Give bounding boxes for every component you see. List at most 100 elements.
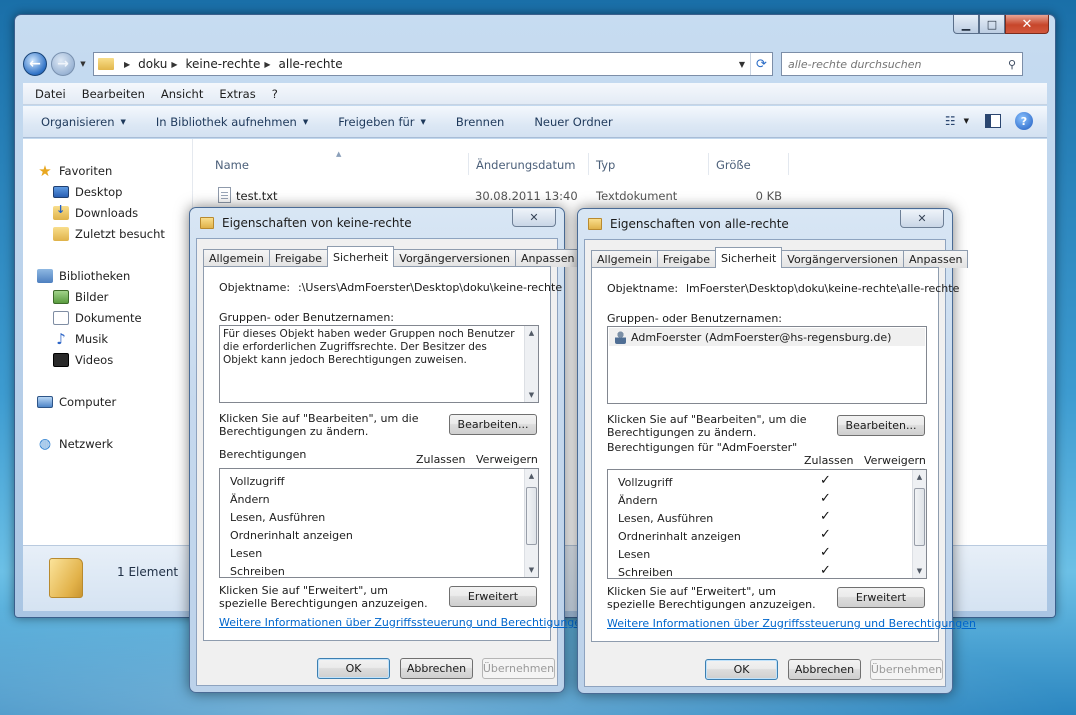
scroll-thumb[interactable] <box>914 488 925 546</box>
breadcrumb-keine-rechte[interactable]: keine-rechte <box>185 57 260 71</box>
nav-documents[interactable]: Dokumente <box>53 311 142 325</box>
close-button[interactable]: ✕ <box>900 210 944 228</box>
tab-allgemein[interactable]: Allgemein <box>203 249 270 267</box>
scroll-up-icon[interactable]: ▲ <box>525 326 538 340</box>
column-divider[interactable] <box>588 153 589 175</box>
scroll-up-icon[interactable]: ▲ <box>913 470 926 484</box>
ok-button[interactable]: OK <box>705 659 778 680</box>
menu-bearbeiten[interactable]: Bearbeiten <box>82 87 145 101</box>
chevron-right-icon[interactable]: ▶ <box>264 60 270 69</box>
tab-anpassen[interactable]: Anpassen <box>903 250 969 268</box>
back-button[interactable]: ← <box>23 52 47 76</box>
cancel-button[interactable]: Abbrechen <box>788 659 861 680</box>
share-with-button[interactable]: Freigeben für ▼ <box>338 115 426 129</box>
nav-favorites[interactable]: ★ Favoriten <box>37 163 112 178</box>
minimize-button[interactable]: ▁ <box>953 15 979 34</box>
advanced-hint: Klicken Sie auf "Erweitert", um speziell… <box>607 585 816 611</box>
caret-down-icon: ▼ <box>120 117 126 126</box>
ok-button[interactable]: OK <box>317 658 390 679</box>
nav-pictures[interactable]: Bilder <box>53 290 108 304</box>
file-row[interactable]: test.txt 30.08.2011 13:40 Textdokument 0… <box>194 185 1047 207</box>
scroll-down-icon[interactable]: ▼ <box>525 563 538 577</box>
new-folder-label: Neuer Ordner <box>534 114 613 129</box>
tab-vorgaengerversionen[interactable]: Vorgängerversionen <box>781 250 905 268</box>
scroll-down-icon[interactable]: ▼ <box>913 564 926 578</box>
nav-music[interactable]: ♪ Musik <box>53 331 108 346</box>
permissions-scrollbar[interactable]: ▲ ▼ <box>912 470 926 578</box>
close-button[interactable]: ✕ <box>1005 15 1049 34</box>
caret-down-icon[interactable]: ▼ <box>964 117 969 125</box>
properties-dialog-keine-rechte: Eigenschaften von keine-rechte ✕ Allgeme… <box>189 207 588 693</box>
nav-desktop[interactable]: Desktop <box>53 185 122 199</box>
advanced-button[interactable]: Erweitert <box>449 586 537 607</box>
address-dropdown-icon[interactable]: ▼ <box>734 60 750 69</box>
scroll-thumb[interactable] <box>526 487 537 545</box>
properties-dialog-alle-rechte: Eigenschaften von alle-rechte ✕ Allgemei… <box>577 208 976 694</box>
cancel-button[interactable]: Abbrechen <box>400 658 473 679</box>
include-library-button[interactable]: In Bibliothek aufnehmen ▼ <box>156 115 308 129</box>
breadcrumb-doku[interactable]: doku <box>138 57 167 71</box>
forward-button[interactable]: → <box>51 52 75 76</box>
refresh-icon[interactable]: ⟳ <box>750 53 772 75</box>
burn-button[interactable]: Brennen <box>456 115 504 129</box>
access-control-help-link[interactable]: Weitere Informationen über Zugriffssteue… <box>219 616 588 629</box>
menu-help[interactable]: ? <box>272 87 278 101</box>
apply-button[interactable]: Übernehmen <box>482 658 555 679</box>
advanced-button[interactable]: Erweitert <box>837 587 925 608</box>
permissions-listbox[interactable]: Vollzugriff Ändern Lesen, Ausführen Ordn… <box>219 468 539 578</box>
close-button[interactable]: ✕ <box>512 209 556 227</box>
search-input[interactable] <box>788 57 1008 71</box>
tab-anpassen[interactable]: Anpassen <box>515 249 581 267</box>
nav-videos[interactable]: Videos <box>53 353 113 367</box>
user-row[interactable]: AdmFoerster (AdmFoerster@hs-regensburg.d… <box>609 328 925 346</box>
no-permissions-message: Für dieses Objekt haben weder Gruppen no… <box>223 328 515 366</box>
column-header-name[interactable]: Name <box>215 158 249 172</box>
tab-sicherheit[interactable]: Sicherheit <box>715 247 783 268</box>
menu-ansicht[interactable]: Ansicht <box>161 87 203 101</box>
scroll-down-icon[interactable]: ▼ <box>525 388 538 402</box>
nav-network[interactable]: ◍ Netzwerk <box>37 437 113 451</box>
address-bar[interactable]: ▶ doku ▶ keine-rechte ▶ alle-rechte ▼ ⟳ <box>93 52 773 76</box>
tab-vorgaengerversionen[interactable]: Vorgängerversionen <box>393 249 517 267</box>
new-folder-button[interactable]: Neuer Ordner <box>534 115 612 129</box>
scroll-up-icon[interactable]: ▲ <box>525 469 538 483</box>
search-icon[interactable]: ⚲ <box>1008 58 1016 71</box>
column-divider[interactable] <box>468 153 469 175</box>
search-box[interactable]: ⚲ <box>781 52 1023 76</box>
menu-extras[interactable]: Extras <box>219 87 255 101</box>
tab-freigabe[interactable]: Freigabe <box>656 250 717 268</box>
breadcrumb-alle-rechte[interactable]: alle-rechte <box>279 57 343 71</box>
file-size: 0 KB <box>755 189 782 203</box>
help-icon[interactable]: ? <box>1015 112 1033 130</box>
nav-libraries[interactable]: Bibliotheken <box>37 269 130 283</box>
nav-computer[interactable]: Computer <box>37 395 116 409</box>
column-divider[interactable] <box>708 153 709 175</box>
access-control-help-link[interactable]: Weitere Informationen über Zugriffssteue… <box>607 617 976 630</box>
tab-freigabe[interactable]: Freigabe <box>268 249 329 267</box>
apply-button[interactable]: Übernehmen <box>870 659 943 680</box>
perm-read: Lesen <box>230 547 263 560</box>
groups-listbox[interactable]: Für dieses Objekt haben weder Gruppen no… <box>219 325 539 403</box>
nav-downloads[interactable]: Downloads <box>53 204 138 220</box>
preview-pane-icon[interactable] <box>985 114 1001 128</box>
edit-button[interactable]: Bearbeiten... <box>449 414 537 435</box>
security-tab-page: Objektname: :\Users\AdmFoerster\Desktop\… <box>203 266 588 641</box>
recent-pages-dropdown[interactable]: ▼ <box>77 60 89 68</box>
chevron-right-icon[interactable]: ▶ <box>171 60 177 69</box>
view-options-icon[interactable]: ☷ <box>945 114 956 128</box>
edit-button[interactable]: Bearbeiten... <box>837 415 925 436</box>
nav-recent[interactable]: Zuletzt besucht <box>53 227 165 241</box>
groups-listbox[interactable]: AdmFoerster (AdmFoerster@hs-regensburg.d… <box>607 326 927 404</box>
column-header-date[interactable]: Änderungsdatum <box>476 158 575 172</box>
permissions-scrollbar[interactable]: ▲ ▼ <box>524 469 538 577</box>
column-divider[interactable] <box>788 153 789 175</box>
column-header-size[interactable]: Größe <box>716 158 751 172</box>
organize-button[interactable]: Organisieren ▼ <box>41 115 126 129</box>
groups-scrollbar[interactable]: ▲ ▼ <box>524 326 538 402</box>
tab-sicherheit[interactable]: Sicherheit <box>327 246 395 267</box>
column-header-type[interactable]: Typ <box>596 158 615 172</box>
permissions-listbox[interactable]: Vollzugriff ✓ Ändern ✓ Lesen, Ausführen … <box>607 469 927 579</box>
menu-datei[interactable]: Datei <box>35 87 66 101</box>
tab-allgemein[interactable]: Allgemein <box>591 250 658 268</box>
maximize-button[interactable]: □ <box>979 15 1005 34</box>
